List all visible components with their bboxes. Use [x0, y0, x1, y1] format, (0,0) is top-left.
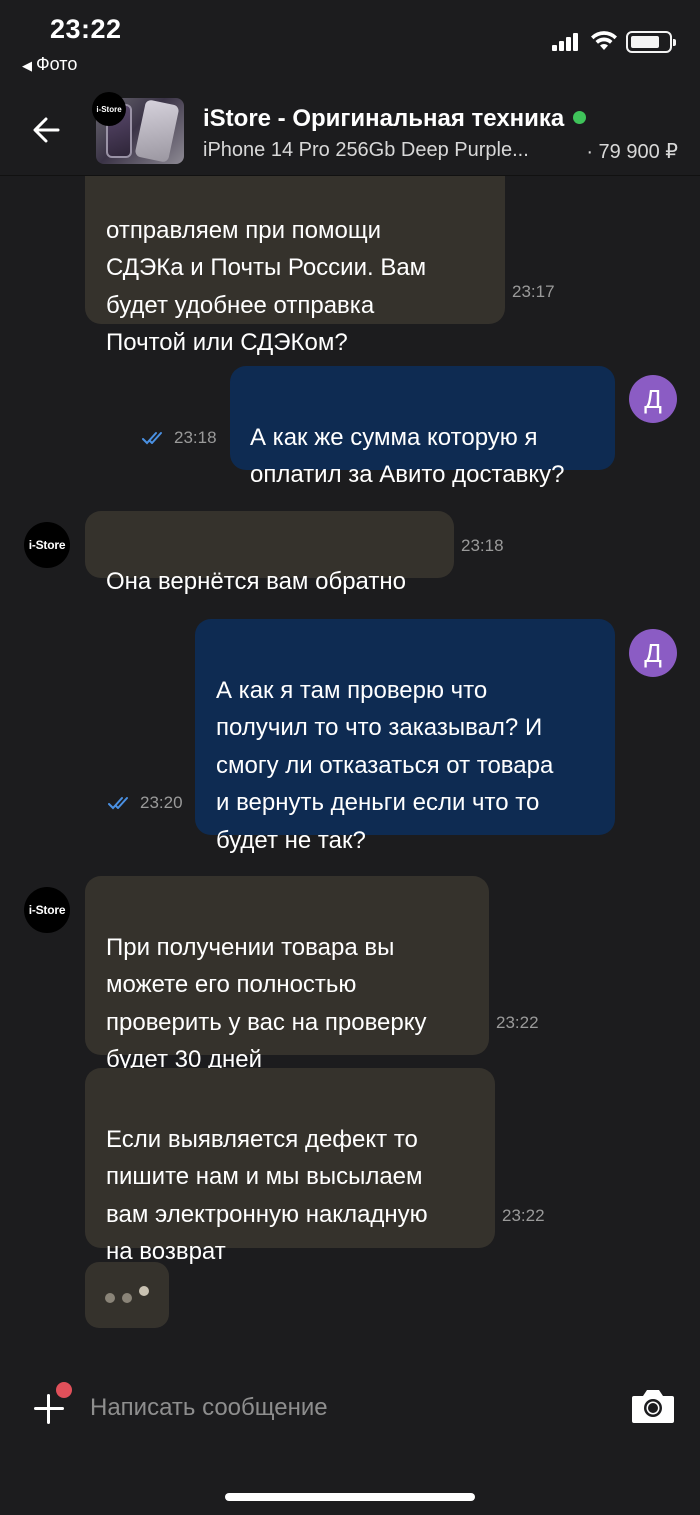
message-text: Если выявляется дефект то пишите нам и м…: [106, 1125, 428, 1266]
back-to-app-link[interactable]: ◀ Фото: [22, 54, 77, 75]
chat-title-text: iStore - Оригинальная техника: [203, 105, 565, 132]
listing-title[interactable]: iPhone 14 Pro 256Gb Deep Purple...: [203, 139, 529, 162]
store-avatar[interactable]: i-Store: [24, 522, 70, 568]
battery-icon: [626, 31, 676, 53]
message-bubble-incoming[interactable]: отправляем при помощи СДЭКа и Почты Росс…: [85, 176, 505, 356]
back-arrow-icon[interactable]: [28, 110, 68, 150]
message-list[interactable]: отправляем при помощи СДЭКа и Почты Росс…: [0, 176, 700, 1356]
message-bubble-incoming[interactable]: Если выявляется дефект то пишите нам и м…: [85, 1068, 495, 1265]
online-status-dot: [573, 111, 587, 124]
store-logo: i-Store: [92, 92, 126, 126]
message-composer: [0, 1356, 700, 1515]
message-text: А как же сумма которую я оплатил за Авит…: [250, 423, 565, 489]
message-text: отправляем при помощи СДЭКа и Почты Росс…: [106, 216, 427, 357]
wifi-icon: [591, 31, 617, 50]
message-time: 23:17: [512, 282, 555, 301]
chat-header: i-Store iStore - Оригинальная техника iP…: [0, 88, 700, 176]
back-triangle-icon: ◀: [22, 58, 32, 73]
user-avatar[interactable]: Д: [629, 629, 677, 677]
message-time: 23:18: [461, 536, 504, 555]
read-checkmarks-icon: [108, 797, 128, 810]
message-bubble-outgoing[interactable]: А как я там проверю что получил то что з…: [195, 619, 615, 854]
cellular-signal-icon: [552, 33, 578, 51]
typing-indicator: [85, 1262, 169, 1328]
message-text: При получении товара вы можете его полно…: [106, 933, 427, 1074]
message-text: Она вернётся вам обратно: [106, 567, 406, 595]
status-bar: 23:22 ◀ Фото: [0, 0, 700, 88]
listing-price: · 79 900 ₽: [586, 141, 678, 163]
store-avatar[interactable]: i-Store: [24, 887, 70, 933]
notification-dot: [56, 1382, 72, 1398]
chat-title[interactable]: iStore - Оригинальная техника: [203, 105, 587, 133]
message-bubble-incoming[interactable]: Она вернётся вам обратно: [85, 511, 454, 595]
message-input[interactable]: [90, 1388, 590, 1428]
user-avatar[interactable]: Д: [629, 375, 677, 423]
message-time-text: 23:20: [140, 793, 183, 812]
message-bubble-outgoing[interactable]: А как же сумма которую я оплатил за Авит…: [230, 366, 615, 488]
message-time: 23:18: [142, 428, 217, 448]
camera-icon[interactable]: [630, 1386, 676, 1426]
read-checkmarks-icon: [142, 432, 162, 445]
status-time: 23:22: [50, 14, 122, 44]
message-time: 23:22: [502, 1206, 545, 1225]
message-text: А как я там проверю что получил то что з…: [216, 676, 554, 854]
message-bubble-incoming[interactable]: При получении товара вы можете его полно…: [85, 876, 489, 1073]
message-time: 23:20: [108, 793, 183, 813]
home-indicator: [225, 1493, 475, 1501]
message-time: 23:22: [496, 1013, 539, 1032]
back-app-label: Фото: [36, 54, 78, 74]
message-time-text: 23:18: [174, 428, 217, 447]
